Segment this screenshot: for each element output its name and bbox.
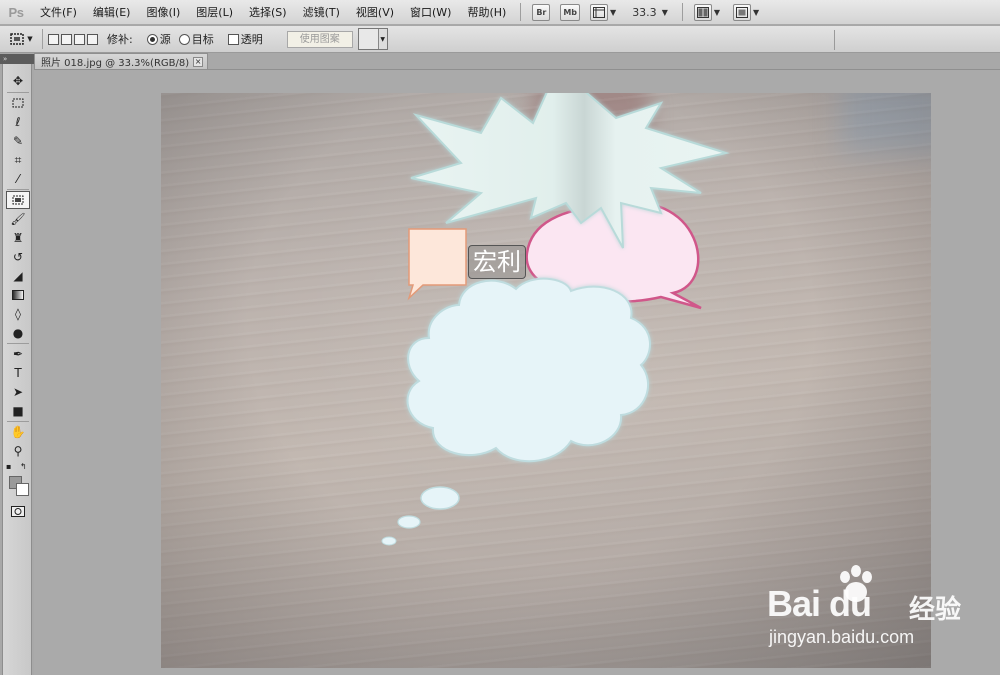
source-label[interactable]: 源 <box>160 31 171 47</box>
transparent-checkbox[interactable] <box>227 33 239 45</box>
target-label[interactable]: 目标 <box>192 31 214 47</box>
mini-bridge-button[interactable]: Mb <box>560 3 581 21</box>
chevron-down-icon[interactable]: ▼ <box>610 8 616 17</box>
transparent-label[interactable]: 透明 <box>241 31 263 47</box>
square-speech-bubble[interactable] <box>407 228 467 301</box>
thought-dot-medium <box>397 515 421 529</box>
swap-colors-icon[interactable]: ↰ <box>20 462 27 471</box>
menu-file[interactable]: 文件(F) <box>32 0 85 25</box>
screen-mode-button[interactable] <box>733 3 751 21</box>
gradient-icon[interactable] <box>6 286 30 304</box>
panel-collapse-toggle[interactable]: » <box>0 54 34 64</box>
menu-window[interactable]: 窗口(W) <box>402 0 459 25</box>
add-selection-mode[interactable] <box>61 33 72 45</box>
type-icon[interactable]: T <box>6 364 30 382</box>
repair-label: 修补: <box>107 33 133 46</box>
watermark-url: jingyan.baidu.com <box>769 627 915 647</box>
quick-selection-icon[interactable]: ✎ <box>6 132 30 150</box>
menu-edit[interactable]: 编辑(E) <box>85 0 139 25</box>
tool-separator <box>7 343 29 344</box>
marquee-icon[interactable] <box>6 94 30 112</box>
tool-separator <box>7 189 29 190</box>
crop-icon[interactable]: ⌗ <box>6 151 30 169</box>
chevron-down-icon[interactable]: ▼ <box>714 8 720 17</box>
tool-separator <box>7 92 29 93</box>
menu-separator <box>520 3 522 21</box>
chevron-down-icon[interactable]: ▼ <box>753 8 759 17</box>
clone-stamp-icon[interactable]: ♜ <box>6 229 30 247</box>
menu-separator <box>681 3 683 21</box>
thought-dot-small <box>381 536 397 546</box>
thought-cloud-bubble[interactable] <box>406 277 651 463</box>
arrange-icon <box>696 6 709 18</box>
view-extras-button[interactable] <box>590 3 609 21</box>
intersect-selection-mode[interactable] <box>87 33 98 45</box>
thought-dot-large <box>420 486 460 510</box>
rectangle-icon[interactable]: ■ <box>6 402 30 420</box>
chevron-down-icon[interactable]: ▼ <box>662 8 668 17</box>
path-selection-icon[interactable]: ➤ <box>6 383 30 401</box>
move-icon[interactable]: ✥ <box>6 72 30 90</box>
watermark-brand: Bai du <box>767 583 872 624</box>
quick-mask-icon[interactable] <box>6 502 30 520</box>
default-colors-icon[interactable]: ▪ <box>6 462 11 471</box>
brush-icon[interactable]: 🖌 <box>6 210 30 228</box>
menu-filter[interactable]: 滤镜(T) <box>295 0 348 25</box>
arrange-documents-button[interactable] <box>693 3 712 21</box>
options-separator <box>42 29 43 49</box>
document-tab[interactable]: 照片 018.jpg @ 33.3%(RGB/8) × <box>34 53 209 69</box>
subtract-selection-mode[interactable] <box>74 33 85 45</box>
blur-icon[interactable]: ◊ <box>6 305 30 323</box>
close-icon[interactable]: × <box>193 56 204 67</box>
chevron-down-icon: ▼ <box>27 35 33 43</box>
history-brush-icon[interactable]: ↺ <box>6 248 30 266</box>
menu-view[interactable]: 视图(V) <box>348 0 402 25</box>
patch-icon <box>10 33 25 45</box>
patch-icon[interactable] <box>6 191 30 209</box>
tool-preset-picker[interactable]: ▼ <box>4 28 38 50</box>
new-selection-mode[interactable] <box>48 33 59 45</box>
background-color-swatch[interactable] <box>16 483 29 496</box>
ps-logo: Ps <box>8 4 24 20</box>
pattern-preview <box>358 29 379 49</box>
baidu-watermark: Bai du 经验 jingyan.baidu.com <box>767 565 987 655</box>
zoom-level[interactable]: 33.3 <box>632 6 657 19</box>
watermark-jingyan: 经验 <box>909 595 962 625</box>
tools-panel: ✥ ℓ ✎ ⌗ ⁄ 🖌 ♜ ↺ ◢ ◊ ● ✒ T ➤ ■ ✋ ⚲ ▪ ↰ <box>2 64 32 675</box>
zoom-icon[interactable]: ⚲ <box>6 442 30 460</box>
use-pattern-button[interactable]: 使用图案 <box>286 30 353 48</box>
pen-icon[interactable]: ✒ <box>6 345 30 363</box>
chevron-down-icon: ▼ <box>378 29 387 49</box>
menu-layer[interactable]: 图层(L) <box>188 0 241 25</box>
hand-icon[interactable]: ✋ <box>6 423 30 441</box>
options-separator <box>834 30 835 50</box>
view-extras-icon <box>593 6 606 18</box>
tool-separator <box>7 421 29 422</box>
lasso-icon[interactable]: ℓ <box>6 113 30 131</box>
menu-select[interactable]: 选择(S) <box>241 0 295 25</box>
menu-bar: Ps 文件(F) 编辑(E) 图像(I) 图层(L) 选择(S) 滤镜(T) 视… <box>0 0 1000 25</box>
photoshop-window: Ps 文件(F) 编辑(E) 图像(I) 图层(L) 选择(S) 滤镜(T) 视… <box>0 0 1000 675</box>
selected-text-layer[interactable]: 宏利 <box>468 245 526 279</box>
bridge-button[interactable]: Br <box>532 3 551 21</box>
source-radio[interactable] <box>146 33 158 45</box>
document-tab-title: 照片 018.jpg @ 33.3%(RGB/8) <box>41 58 190 69</box>
eraser-icon[interactable]: ◢ <box>6 267 30 285</box>
screen-mode-icon <box>736 6 748 18</box>
dodge-icon[interactable]: ● <box>6 324 30 342</box>
eyedropper-icon[interactable]: ⁄ <box>6 170 30 188</box>
pattern-picker[interactable]: ▼ <box>357 28 388 50</box>
menu-help[interactable]: 帮助(H) <box>459 0 514 25</box>
target-radio[interactable] <box>178 33 190 45</box>
options-bar: ▼ 修补: 源 目标 透明 使用图案 ▼ <box>0 26 1000 53</box>
menu-image[interactable]: 图像(I) <box>138 0 188 25</box>
